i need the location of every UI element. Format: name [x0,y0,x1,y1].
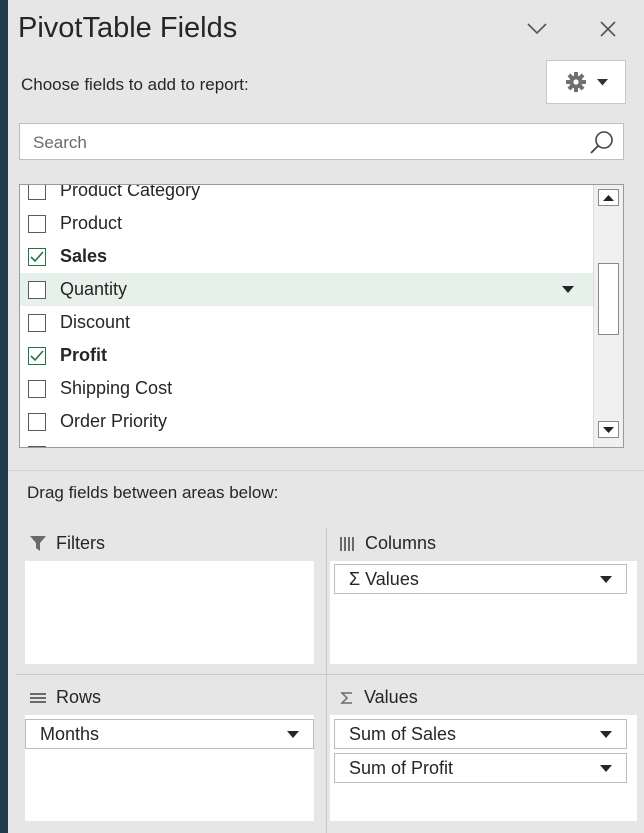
field-item-sales[interactable]: Sales [20,240,594,273]
pane-title: PivotTable Fields [18,12,238,44]
field-label: Shipping Cost [60,378,173,398]
drag-fields-label: Drag fields between areas below: [27,483,279,502]
field-dropdown-icon[interactable] [562,286,574,293]
rows-icon [30,692,46,703]
gear-icon [565,72,586,92]
field-list: Product Category Product Sales Quantity … [19,184,624,448]
columns-item-values[interactable]: Σ Values [334,564,627,594]
columns-area-header: Columns [340,533,436,554]
caret-down-icon[interactable] [600,765,612,772]
chevron-down-icon [527,23,547,35]
columns-area-label: Columns [365,533,437,553]
pivottable-fields-pane: PivotTable Fields Choose fields to add t… [8,0,644,833]
caret-down-icon [596,78,608,85]
values-area-header: Values [340,687,418,708]
field-item-product-category[interactable]: Product Category [20,184,594,207]
field-checkbox[interactable] [28,412,46,431]
filters-area-header: Filters [30,533,105,554]
pill-label: Sum of Sales [349,723,457,744]
field-settings-button[interactable] [546,60,626,104]
field-item-partial[interactable] [20,438,594,447]
areas-horizontal-divider [16,674,644,675]
sigma-icon [340,691,352,704]
caret-down-icon[interactable] [287,731,299,738]
field-checkbox[interactable] [28,185,46,200]
field-checkbox[interactable] [28,313,46,332]
scrollbar-thumb[interactable] [598,263,619,335]
pill-label: Σ Values [349,568,419,589]
field-label: Discount [60,312,131,332]
search-box [19,123,624,160]
search-input[interactable] [31,130,575,156]
values-item-sum-of-sales[interactable]: Sum of Sales [334,719,627,749]
field-item-order-priority[interactable]: Order Priority [20,405,594,438]
field-checkbox[interactable] [28,379,46,398]
field-list-scrollbar[interactable] [593,185,623,447]
field-label: Order Priority [60,411,168,431]
field-checkbox[interactable] [28,445,46,447]
field-item-discount[interactable]: Discount [20,306,594,339]
filters-area-label: Filters [56,533,105,553]
field-label: Quantity [60,279,128,299]
collapse-pane-button[interactable] [520,12,554,46]
field-item-quantity[interactable]: Quantity [20,273,594,306]
checkmark-icon [30,250,44,262]
scroll-up-button[interactable] [598,189,619,206]
field-checkbox[interactable] [28,280,46,299]
scroll-down-button[interactable] [598,421,619,438]
field-label: Product Category [60,184,201,200]
rows-area-header: Rows [30,687,101,708]
values-area-label: Values [364,687,418,707]
close-pane-button[interactable] [591,12,625,46]
field-item-shipping-cost[interactable]: Shipping Cost [20,372,594,405]
columns-icon [340,536,354,551]
field-label: Profit [60,345,107,365]
choose-fields-label: Choose fields to add to report: [21,75,249,94]
search-icon[interactable] [589,129,615,155]
values-item-sum-of-profit[interactable]: Sum of Profit [334,753,627,783]
field-checkbox-checked[interactable] [28,247,46,266]
rows-area-label: Rows [56,687,102,707]
checkmark-icon [30,349,44,361]
field-label: Sales [60,246,108,266]
field-checkbox[interactable] [28,214,46,233]
filter-icon [30,536,46,551]
pill-label: Months [40,723,100,744]
rows-item-months[interactable]: Months [25,719,314,749]
close-icon [600,21,616,37]
areas-vertical-divider [326,528,327,833]
scroll-down-icon [603,426,614,433]
field-label: Product [60,213,123,233]
caret-down-icon[interactable] [600,731,612,738]
scroll-up-icon [603,194,614,201]
field-item-profit[interactable]: Profit [20,339,594,372]
pane-divider[interactable] [8,470,644,471]
caret-down-icon[interactable] [600,576,612,583]
filters-drop-zone[interactable] [25,561,314,664]
field-checkbox-checked[interactable] [28,346,46,365]
pill-label: Sum of Profit [349,757,454,778]
field-item-product[interactable]: Product [20,207,594,240]
